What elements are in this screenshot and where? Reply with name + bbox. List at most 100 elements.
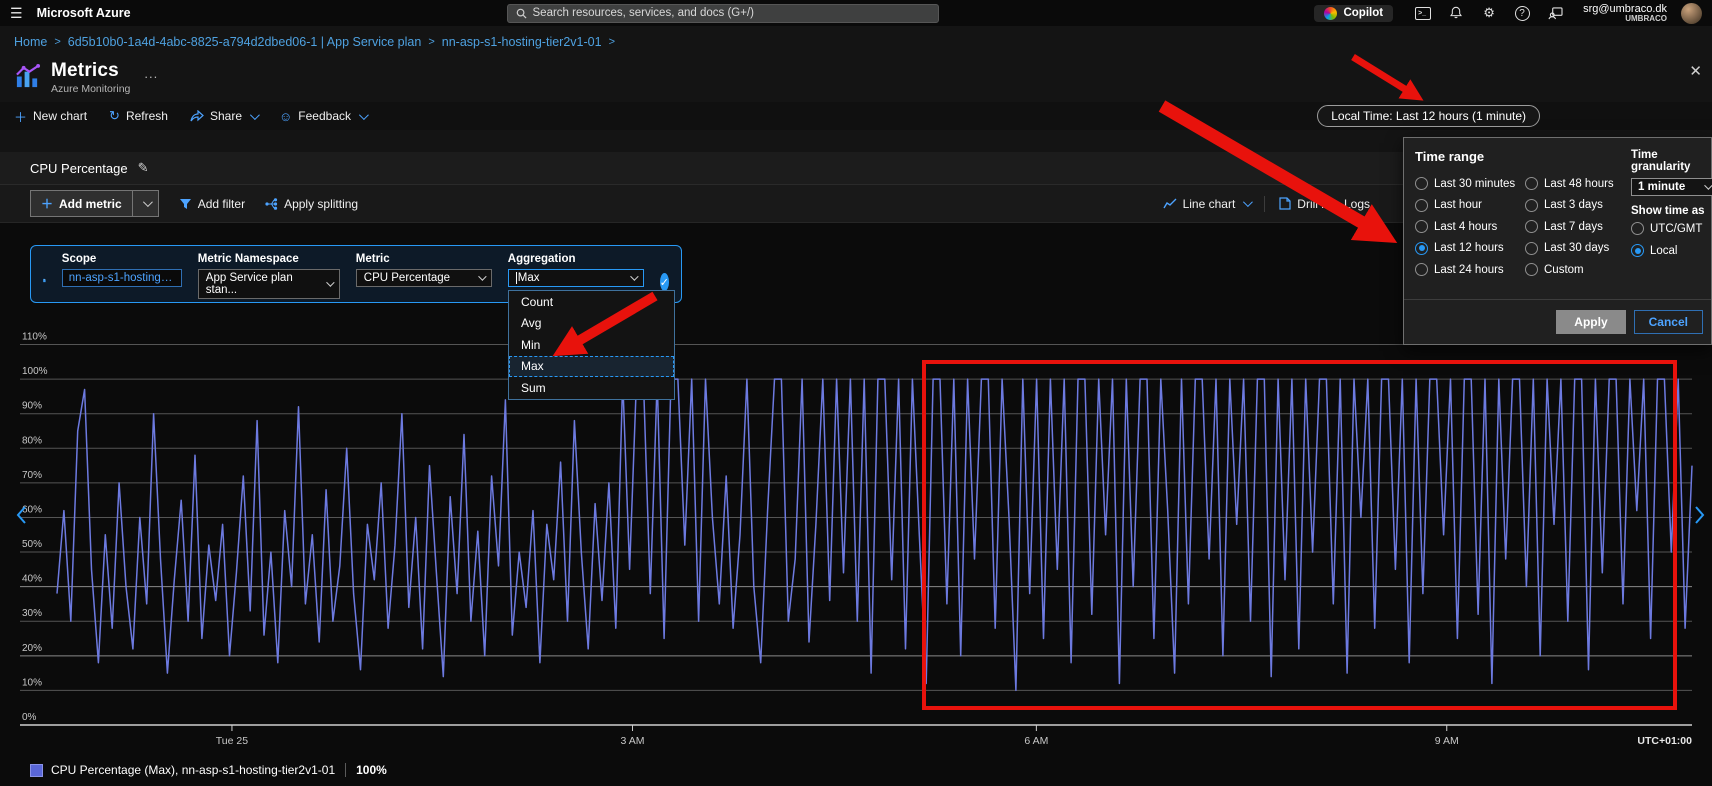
metric-namespace-select[interactable]: App Service plan stan... (198, 269, 340, 299)
toolbar-divider (1264, 196, 1265, 212)
cancel-button[interactable]: Cancel (1634, 310, 1703, 334)
time-range-panel: Time range Last 30 minutesLast hourLast … (1403, 137, 1712, 345)
edit-pencil-icon[interactable]: ✎ (138, 160, 149, 176)
splitting-icon (265, 198, 278, 210)
metric-label: Metric (356, 253, 492, 265)
time-range-pill[interactable]: Local Time: Last 12 hours (1 minute) (1317, 105, 1540, 127)
new-chart-button[interactable]: ＋New chart (14, 107, 87, 126)
time-range-option-custom[interactable]: Custom (1525, 259, 1617, 281)
help-icon[interactable]: ? (1514, 5, 1530, 21)
svg-text:70%: 70% (22, 470, 42, 481)
add-filter-button[interactable]: Add filter (179, 197, 245, 211)
metric-value: CPU Percentage (364, 272, 450, 284)
close-icon[interactable]: ✕ (1689, 62, 1702, 80)
radio-icon (1525, 177, 1538, 190)
drill-into-logs-label: Drill into Logs (1297, 197, 1370, 211)
breadcrumb-separator: > (428, 36, 434, 48)
breadcrumb-resource[interactable]: nn-asp-s1-hosting-tier2v1-01 (442, 35, 602, 49)
apply-splitting-button[interactable]: Apply splitting (265, 197, 358, 211)
add-metric-dropdown-caret[interactable] (132, 191, 158, 216)
time-range-option-last-30-days[interactable]: Last 30 days (1525, 238, 1617, 260)
time-range-title: Time range (1415, 149, 1617, 164)
dropdown-item-avg[interactable]: Avg (509, 313, 674, 335)
time-granularity-select[interactable]: 1 minute (1631, 178, 1712, 196)
time-range-option-last-hour[interactable]: Last hour (1415, 195, 1523, 217)
svg-text:3 AM: 3 AM (621, 735, 645, 747)
aggregation-select[interactable]: Max (508, 269, 644, 287)
plus-icon: ＋ (41, 195, 53, 212)
add-filter-label: Add filter (198, 197, 245, 211)
svg-text:50%: 50% (22, 539, 42, 550)
dropdown-item-sum[interactable]: Sum (509, 377, 674, 399)
page-subtitle: Azure Monitoring (51, 83, 130, 95)
radio-label: Last 3 days (1544, 199, 1603, 211)
more-options-icon[interactable]: ... (144, 66, 158, 81)
drill-into-logs-button[interactable]: Drill into Logs (1279, 197, 1370, 211)
chevron-down-icon (478, 272, 486, 280)
svg-text:0%: 0% (22, 712, 37, 723)
global-search-input[interactable]: Search resources, services, and docs (G+… (507, 4, 939, 23)
hamburger-menu-icon[interactable]: ☰ (10, 5, 23, 22)
radio-icon (1525, 263, 1538, 276)
metrics-icon (14, 63, 41, 90)
account-info[interactable]: srg@umbraco.dk UMBRACO (1583, 3, 1667, 24)
breadcrumb-home[interactable]: Home (14, 35, 47, 49)
time-range-option-last-3-days[interactable]: Last 3 days (1525, 195, 1617, 217)
settings-gear-icon[interactable]: ⚙ (1481, 5, 1497, 21)
show-time-as-label: Show time as (1631, 205, 1712, 217)
svg-text:90%: 90% (22, 401, 42, 412)
cloud-shell-icon[interactable]: >_ (1415, 5, 1431, 21)
show-time-option-utc-gmt[interactable]: UTC/GMT (1631, 222, 1712, 235)
time-range-option-last-4-hours[interactable]: Last 4 hours (1415, 216, 1523, 238)
metric-select[interactable]: CPU Percentage (356, 269, 492, 287)
refresh-button[interactable]: ↻Refresh (109, 108, 168, 124)
radio-label: Last 24 hours (1434, 264, 1504, 276)
top-bar: ☰ Microsoft Azure Search resources, serv… (0, 0, 1712, 26)
time-range-option-last-12-hours[interactable]: Last 12 hours (1415, 238, 1523, 260)
chart-title: CPU Percentage (30, 161, 128, 176)
metric-namespace-value: App Service plan stan... (206, 272, 324, 296)
line-chart-select[interactable]: Line chart (1163, 197, 1251, 211)
feedback-button[interactable]: ☺Feedback (279, 109, 366, 124)
add-metric-button[interactable]: ＋Add metric (30, 190, 159, 217)
dropdown-item-count[interactable]: Count (509, 291, 674, 313)
time-range-option-last-24-hours[interactable]: Last 24 hours (1415, 259, 1523, 281)
aggregation-value: Max (518, 272, 540, 284)
time-granularity-value: 1 minute (1638, 181, 1685, 193)
show-time-option-local[interactable]: Local (1631, 244, 1712, 257)
dropdown-item-min[interactable]: Min (509, 334, 674, 356)
copilot-button[interactable]: Copilot (1314, 5, 1393, 22)
svg-text:30%: 30% (22, 608, 42, 619)
chart-scroll-left-icon[interactable] (16, 505, 27, 525)
legend-divider (345, 763, 346, 777)
time-range-options: Last 30 minutes Last hour Last 4 hours Last… (1415, 173, 1617, 281)
show-time-options: UTC/GMT Local (1631, 222, 1712, 257)
filter-icon (179, 198, 192, 210)
feedback-person-icon[interactable] (1547, 5, 1563, 21)
avatar[interactable] (1681, 3, 1702, 24)
copilot-icon (1324, 7, 1337, 20)
radio-label: Last 4 hours (1434, 221, 1497, 233)
svg-text:110%: 110% (22, 332, 47, 343)
scope-value[interactable]: nn-asp-s1-hosting-tier2v1... (62, 269, 182, 287)
svg-text:20%: 20% (22, 643, 42, 654)
azure-brand[interactable]: Microsoft Azure (37, 6, 131, 20)
radio-label: Last 30 days (1544, 242, 1609, 254)
breadcrumb-plan[interactable]: 6d5b10b0-1a4d-4abc-8825-a794d2dbed06-1 |… (68, 35, 422, 49)
legend-label: CPU Percentage (Max), nn-asp-s1-hosting-… (51, 763, 335, 777)
time-range-option-last-48-hours[interactable]: Last 48 hours (1525, 173, 1617, 195)
share-icon (190, 110, 204, 122)
dropdown-item-max[interactable]: Max (509, 356, 674, 378)
breadcrumb: Home > 6d5b10b0-1a4d-4abc-8825-a794d2dbe… (0, 26, 1712, 58)
apply-button[interactable]: Apply (1556, 310, 1625, 334)
radio-label: Last hour (1434, 199, 1482, 211)
page-title: Metrics (51, 60, 130, 82)
chart-scroll-right-icon[interactable] (1694, 505, 1705, 525)
notifications-bell-icon[interactable] (1448, 5, 1464, 21)
cpu-percentage-chart[interactable]: 0%10%20%30%40%50%60%70%80%90%100%110%Tue… (0, 310, 1712, 780)
share-button[interactable]: Share (190, 109, 257, 123)
chevron-down-icon (326, 278, 334, 286)
radio-icon (1415, 263, 1428, 276)
time-range-option-last-7-days[interactable]: Last 7 days (1525, 216, 1617, 238)
time-range-option-last-30-minutes[interactable]: Last 30 minutes (1415, 173, 1523, 195)
